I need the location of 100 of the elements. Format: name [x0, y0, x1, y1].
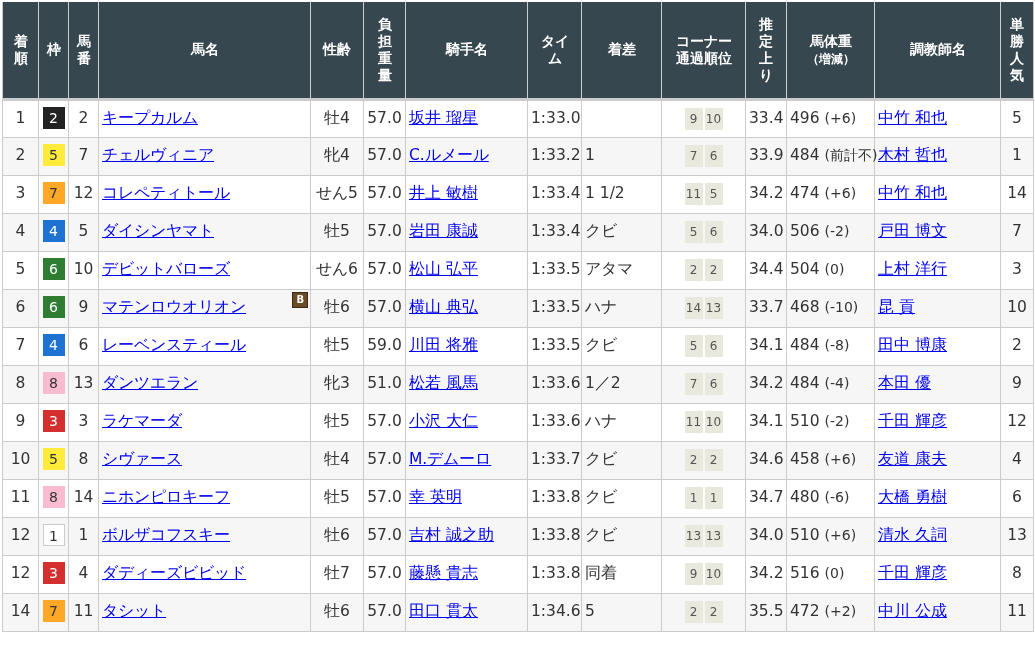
horse-name-link[interactable]: ラケマーダ — [102, 412, 182, 431]
finish-position: 11 — [2, 479, 39, 517]
weight-change: (+6) — [824, 451, 857, 468]
weight-change: (-6) — [824, 489, 850, 506]
blinker-badge: B — [292, 291, 308, 308]
column-header: 負 担 重 量 — [363, 2, 406, 99]
column-header: コーナー 通過順位 — [661, 2, 746, 99]
margin: 1／2 — [581, 365, 662, 403]
corner-position: 6 — [704, 221, 723, 244]
weight-carried: 57.0 — [363, 175, 406, 213]
column-header: 調教師名 — [874, 2, 1001, 99]
frame-number: 4 — [42, 334, 65, 357]
race-time: 1:34.6 — [527, 593, 582, 631]
popularity: 14 — [1000, 175, 1034, 213]
horse-number: 12 — [68, 175, 99, 213]
finish-position: 1 — [2, 99, 39, 137]
weight-change: (-4) — [824, 375, 850, 392]
finish-position: 14 — [2, 593, 39, 631]
margin: 5 — [581, 593, 662, 631]
weight-carried: 57.0 — [363, 289, 406, 327]
horse-number: 14 — [68, 479, 99, 517]
finish-position: 12 — [2, 517, 39, 555]
weight-change: (+6) — [824, 527, 857, 544]
horse-number: 4 — [68, 555, 99, 593]
race-time: 1:33.8 — [527, 517, 582, 555]
corner-position: 1 — [704, 487, 723, 510]
column-header: 着差 — [581, 2, 662, 99]
corner-position: 6 — [704, 373, 723, 396]
weight-carried: 57.0 — [363, 479, 406, 517]
trainer-link[interactable]: 昆 貢 — [878, 298, 915, 317]
horse-name-link[interactable]: マテンロウオリオン — [102, 298, 246, 317]
sex-age: 牝4 — [310, 137, 364, 175]
frame-number: 3 — [42, 410, 65, 433]
body-weight: 484 — [790, 336, 820, 355]
last-3f: 34.2 — [745, 175, 787, 213]
body-weight: 484 — [790, 146, 820, 165]
corner-position: 2 — [684, 259, 703, 282]
margin: クビ — [581, 479, 662, 517]
race-time: 1:33.4 — [527, 213, 582, 251]
last-3f: 34.1 — [745, 403, 787, 441]
sex-age: 牡7 — [310, 555, 364, 593]
sex-age: 牡6 — [310, 289, 364, 327]
margin: ハナ — [581, 289, 662, 327]
horse-name-link[interactable]: シヴァース — [102, 450, 182, 469]
body-weight: 480 — [790, 488, 820, 507]
body-weight: 496 — [790, 108, 820, 127]
column-header: 単 勝 人 気 — [1000, 2, 1034, 99]
weight-carried: 57.0 — [363, 593, 406, 631]
column-header: 着 順 — [2, 2, 39, 99]
finish-position: 10 — [2, 441, 39, 479]
last-3f: 34.6 — [745, 441, 787, 479]
frame-number: 3 — [42, 562, 65, 585]
corner-position: 5 — [704, 183, 723, 206]
race-time: 1:33.6 — [527, 365, 582, 403]
margin: クビ — [581, 441, 662, 479]
corner-position: 9 — [684, 563, 703, 586]
finish-position: 7 — [2, 327, 39, 365]
weight-carried: 57.0 — [363, 441, 406, 479]
last-3f: 35.5 — [745, 593, 787, 631]
weight-carried: 57.0 — [363, 403, 406, 441]
last-3f: 33.9 — [745, 137, 787, 175]
corner-position: 13 — [704, 525, 723, 548]
last-3f: 34.2 — [745, 365, 787, 403]
corner-position: 2 — [704, 259, 723, 282]
frame-number: 8 — [42, 372, 65, 395]
corner-position: 11 — [684, 183, 703, 206]
margin: 1 1/2 — [581, 175, 662, 213]
race-time: 1:33.7 — [527, 441, 582, 479]
sex-age: 牡5 — [310, 327, 364, 365]
column-header: 枠 — [38, 2, 69, 99]
weight-carried: 51.0 — [363, 365, 406, 403]
weight-carried: 59.0 — [363, 327, 406, 365]
horse-number: 10 — [68, 251, 99, 289]
body-weight: 510 — [790, 526, 820, 545]
corner-position: 10 — [704, 411, 723, 434]
horse-name-link[interactable]: タシット — [102, 602, 166, 621]
weight-change: (0) — [824, 261, 845, 278]
popularity: 8 — [1000, 555, 1034, 593]
horse-number: 6 — [68, 327, 99, 365]
frame-number: 4 — [42, 220, 65, 243]
corner-position: 5 — [684, 335, 703, 358]
sex-age: 牡6 — [310, 517, 364, 555]
weight-change: (0) — [824, 565, 845, 582]
body-weight: 504 — [790, 260, 820, 279]
sex-age: 牡5 — [310, 213, 364, 251]
corner-position: 13 — [704, 297, 723, 320]
body-weight: 516 — [790, 564, 820, 583]
weight-change: (+2) — [824, 603, 857, 620]
finish-position: 3 — [2, 175, 39, 213]
margin: アタマ — [581, 251, 662, 289]
popularity: 2 — [1000, 327, 1034, 365]
weight-carried: 57.0 — [363, 517, 406, 555]
corner-position: 7 — [684, 373, 703, 396]
weight-carried: 57.0 — [363, 137, 406, 175]
margin: クビ — [581, 517, 662, 555]
sex-age: 牡6 — [310, 593, 364, 631]
frame-number: 8 — [42, 486, 65, 509]
margin: 同着 — [581, 555, 662, 593]
corner-position: 9 — [684, 107, 703, 130]
corner-position: 2 — [684, 601, 703, 624]
